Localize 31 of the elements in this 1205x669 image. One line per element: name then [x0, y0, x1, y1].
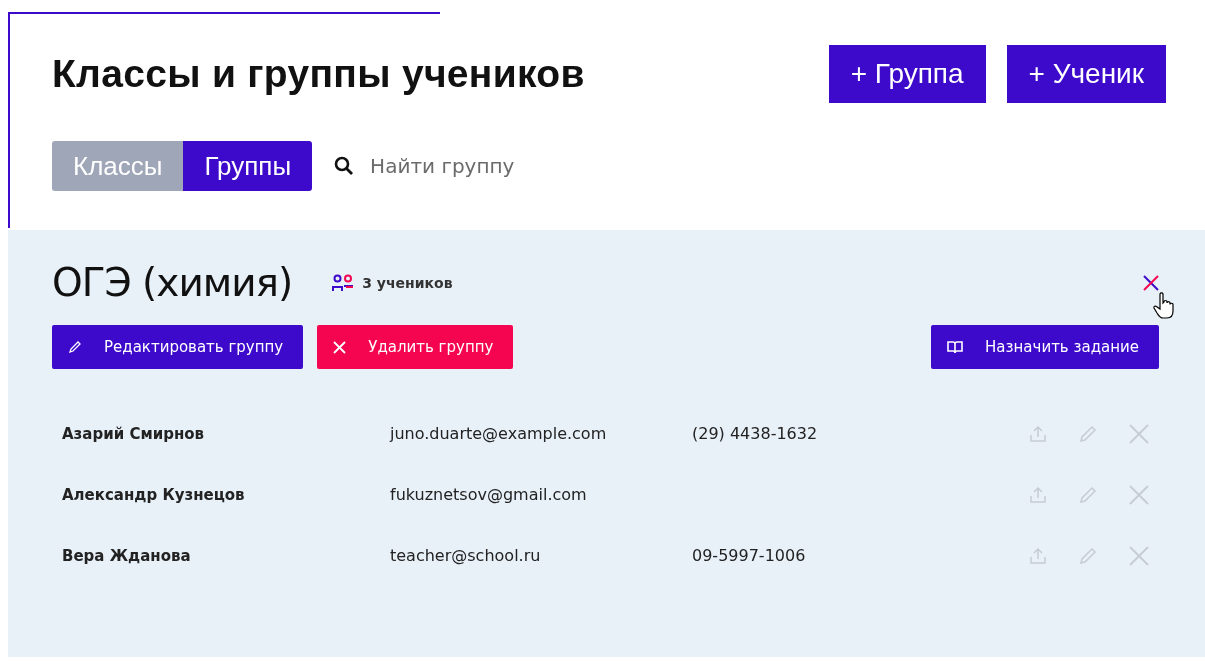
- people-icon: [332, 273, 355, 292]
- assign-task-button[interactable]: Назначить задание: [931, 325, 1159, 369]
- pencil-icon[interactable]: [1079, 424, 1097, 443]
- add-group-button[interactable]: + Группа: [828, 45, 986, 103]
- search-icon: [334, 156, 355, 176]
- pencil-icon: [68, 340, 82, 354]
- delete-group-button[interactable]: Удалить группу: [317, 325, 514, 369]
- student-phone: 09-5997-1006: [692, 546, 807, 565]
- search-field[interactable]: Найти группу: [368, 153, 613, 179]
- edit-group-button[interactable]: Редактировать группу: [52, 325, 304, 369]
- pencil-icon[interactable]: [1079, 546, 1097, 565]
- pencil-icon[interactable]: [1079, 485, 1097, 504]
- student-name: Азарий Смирнов: [62, 424, 206, 443]
- close-icon[interactable]: [1143, 274, 1159, 291]
- student-name: Александр Кузнецов: [62, 485, 246, 504]
- close-icon: [333, 340, 347, 354]
- upload-icon[interactable]: [1029, 424, 1047, 443]
- student-name: Вера Жданова: [62, 546, 192, 565]
- student-email: fukuznetsov@gmail.com: [390, 485, 588, 504]
- add-student-button[interactable]: + Ученик: [1006, 45, 1166, 103]
- student-email: teacher@school.ru: [390, 546, 542, 565]
- page-title: Классы и группы учеников: [52, 52, 586, 96]
- upload-icon[interactable]: [1029, 485, 1047, 504]
- group-title: ОГЭ (химия): [52, 260, 293, 305]
- hand-cursor-icon: [1153, 292, 1175, 320]
- student-phone: (29) 4438-1632: [692, 424, 819, 443]
- student-email: juno.duarte@example.com: [390, 424, 608, 443]
- student-count: 3 учеников: [362, 274, 453, 291]
- tab[interactable]: Группы: [183, 141, 313, 191]
- book-icon: [947, 340, 964, 354]
- upload-icon[interactable]: [1029, 546, 1047, 565]
